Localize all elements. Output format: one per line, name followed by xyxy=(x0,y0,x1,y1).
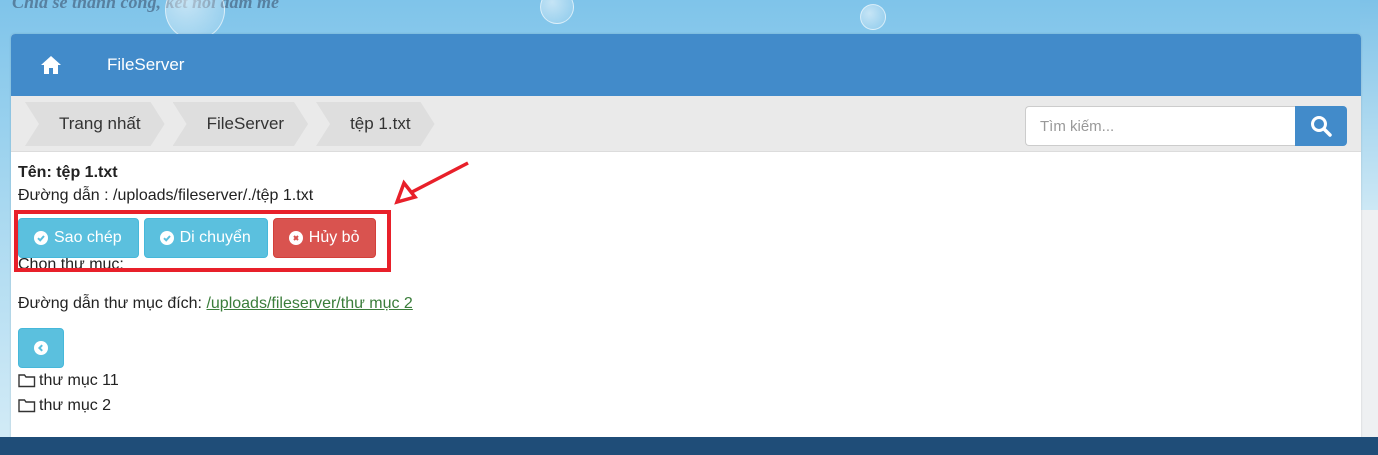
home-icon[interactable] xyxy=(40,55,62,75)
folder-label: thư mục 11 xyxy=(39,371,119,389)
app-title[interactable]: FileServer xyxy=(107,55,184,75)
annotation-highlight-box xyxy=(14,210,391,272)
footer-bar xyxy=(0,437,1378,455)
file-details: Tên: tệp 1.txt Đường dẫn : /uploads/file… xyxy=(18,162,1348,418)
destination-link[interactable]: /uploads/fileserver/thư mục 2 xyxy=(206,295,412,312)
folder-icon xyxy=(18,374,36,388)
file-name: Tên: tệp 1.txt xyxy=(18,164,118,181)
breadcrumb-label: FileServer xyxy=(206,114,285,133)
breadcrumb-item-file[interactable]: tệp 1.txt xyxy=(316,102,434,146)
search-form xyxy=(1025,106,1347,146)
destination-path: Đường dẫn thư mục đích: /uploads/fileser… xyxy=(18,293,1348,315)
annotation-arrow-icon xyxy=(394,161,469,205)
bubble-decoration xyxy=(860,4,886,30)
search-button[interactable] xyxy=(1295,106,1347,146)
back-button[interactable] xyxy=(18,328,64,368)
background-strip xyxy=(1360,0,1378,210)
folder-icon xyxy=(18,399,36,413)
breadcrumb: Trang nhất FileServer tệp 1.txt xyxy=(11,96,1361,152)
site-tagline: Chia sẻ thành công, kết nối đam mê xyxy=(12,0,280,12)
bubble-decoration xyxy=(540,0,574,24)
chevron-left-circle-icon xyxy=(34,341,48,355)
breadcrumb-item-home[interactable]: Trang nhất xyxy=(25,102,165,146)
folder-item[interactable]: thư mục 2 xyxy=(18,393,1348,418)
breadcrumb-item-fileserver[interactable]: FileServer xyxy=(173,102,308,146)
destination-prefix: Đường dẫn thư mục đích: xyxy=(18,295,207,312)
search-input[interactable] xyxy=(1025,106,1295,146)
search-icon xyxy=(1311,116,1332,137)
background-strip xyxy=(1360,210,1378,440)
folder-item[interactable]: thư mục 11 xyxy=(18,368,1348,393)
file-path: Đường dẫn : /uploads/fileserver/./tệp 1.… xyxy=(18,187,314,204)
folder-label: thư mục 2 xyxy=(39,396,112,414)
breadcrumb-label: Trang nhất xyxy=(59,114,141,133)
top-navbar: FileServer xyxy=(11,34,1361,96)
breadcrumb-label: tệp 1.txt xyxy=(350,114,411,133)
